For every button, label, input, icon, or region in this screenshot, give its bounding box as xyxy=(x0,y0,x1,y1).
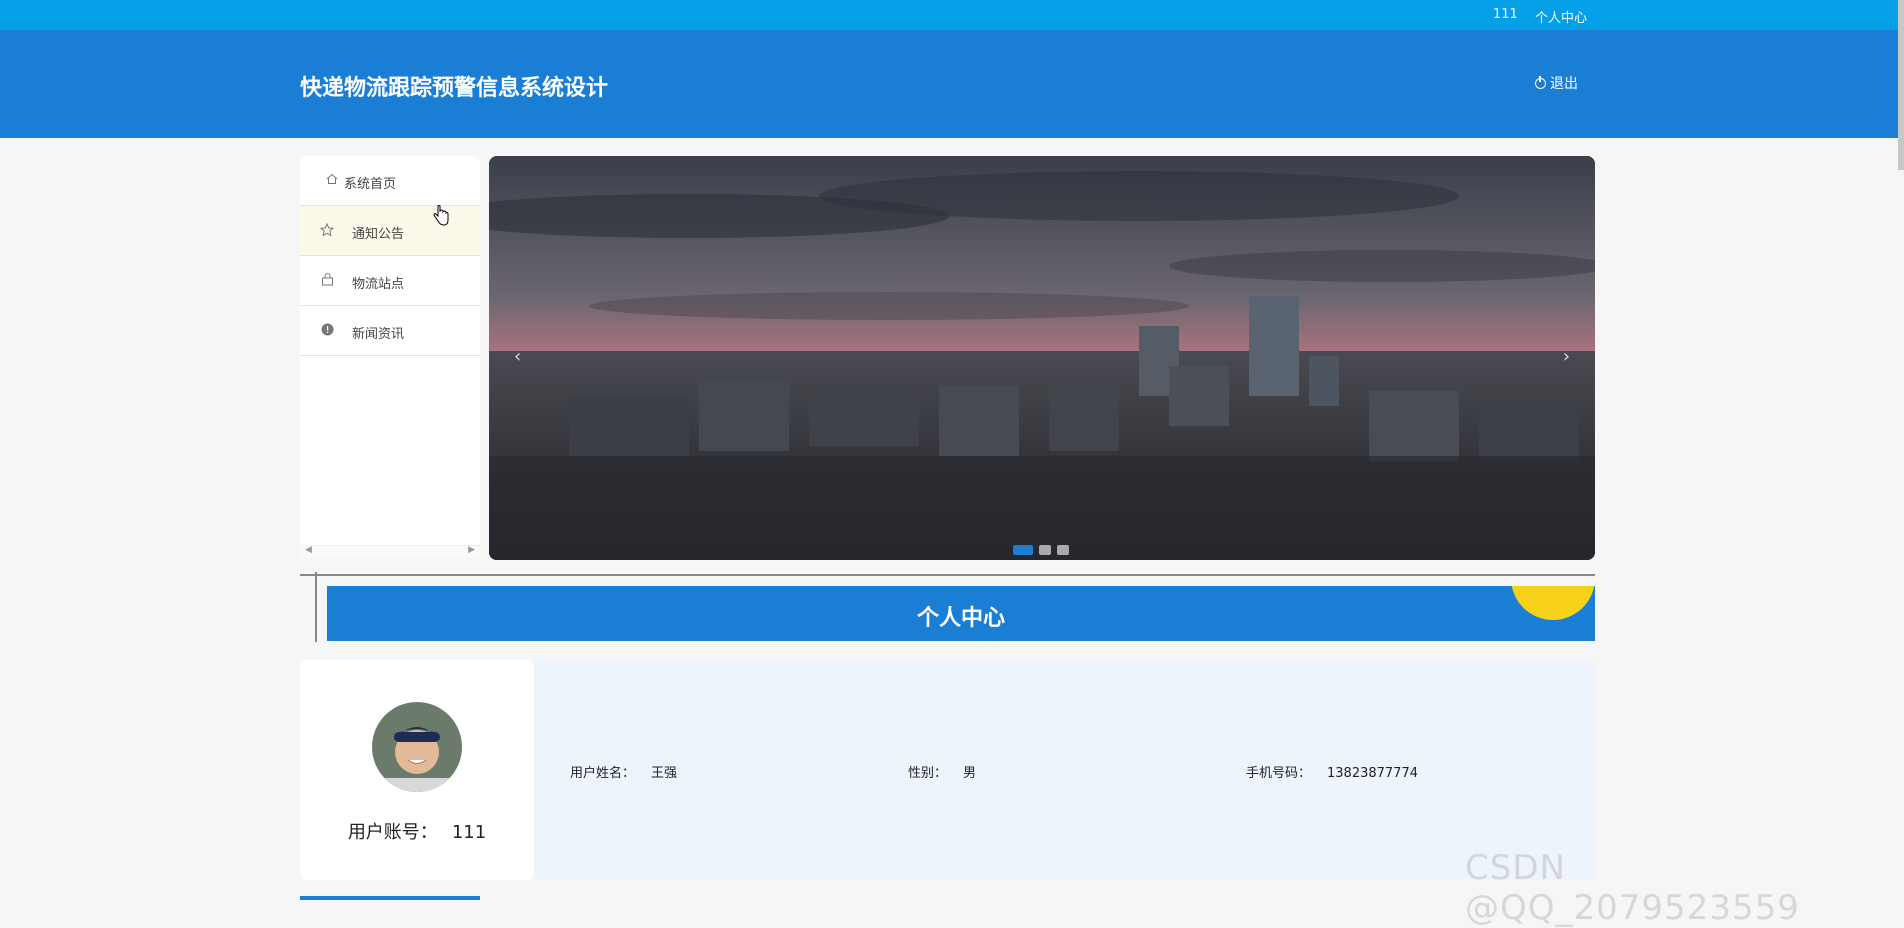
account-label: 用户账号： xyxy=(347,822,438,843)
city-skyline-image xyxy=(489,156,1595,560)
avatar xyxy=(372,702,462,792)
name-field: 用户姓名： 王强 xyxy=(570,762,677,781)
top-user-center-link[interactable]: 个人中心 xyxy=(1535,7,1587,26)
bottom-accent-bar xyxy=(300,896,480,900)
header: 快递物流跟踪预警信息系统设计 退出 xyxy=(0,30,1904,138)
star-icon xyxy=(319,222,335,241)
page-scrollbar[interactable] xyxy=(1898,0,1904,170)
carousel-prev-icon[interactable]: ‹ xyxy=(514,346,521,367)
sidebar-item-label: 系统首页 xyxy=(344,177,397,192)
account-info: 用户账号： 111 xyxy=(300,818,534,844)
gender-value: 男 xyxy=(963,766,977,781)
sidebar-item-station[interactable]: 物流站点 xyxy=(300,256,480,306)
divider-vertical xyxy=(315,572,317,642)
account-value: 111 xyxy=(451,822,487,843)
carousel-dot[interactable] xyxy=(1013,545,1033,555)
phone-label: 手机号码： xyxy=(1246,766,1312,781)
profile-card: 用户账号： 111 xyxy=(300,660,534,880)
carousel-banner[interactable]: ‹ › xyxy=(489,156,1595,560)
logout-button[interactable]: 退出 xyxy=(1535,73,1578,93)
scroll-right-icon[interactable]: ▶ xyxy=(468,545,475,555)
sidebar-item-label: 新闻资讯 xyxy=(352,327,405,342)
carousel-dot[interactable] xyxy=(1039,545,1051,555)
watermark: CSDN @QQ_2079523559 xyxy=(1465,848,1800,928)
top-bar: 111 个人中心 xyxy=(0,0,1904,30)
site-title: 快递物流跟踪预警信息系统设计 xyxy=(300,76,609,101)
sidebar-item-news[interactable]: 新闻资讯 xyxy=(300,306,480,356)
home-icon xyxy=(326,173,338,189)
divider xyxy=(300,574,1595,576)
hand-cursor-icon xyxy=(432,205,450,231)
info-icon xyxy=(321,323,334,340)
carousel-next-icon[interactable]: › xyxy=(1563,346,1570,367)
carousel-dot[interactable] xyxy=(1057,545,1069,555)
logout-label: 退出 xyxy=(1550,76,1578,92)
power-icon xyxy=(1535,75,1546,89)
top-account[interactable]: 111 xyxy=(1493,7,1518,22)
carousel-indicators xyxy=(1013,545,1069,555)
sidebar-item-notice[interactable]: 通知公告 xyxy=(300,206,480,256)
section-header: 个人中心 xyxy=(327,586,1595,641)
sidebar-item-home[interactable]: 系统首页 xyxy=(300,156,480,206)
phone-field: 手机号码： 13823877774 xyxy=(1246,762,1418,781)
scroll-left-icon[interactable]: ◀ xyxy=(305,545,312,555)
gender-label: 性别： xyxy=(908,766,948,781)
sidebar-menu: 系统首页 通知公告 物流站点 新闻资讯 ◀ ▶ xyxy=(300,156,480,558)
profile-info-panel: 用户姓名： 王强 性别： 男 手机号码： 13823877774 xyxy=(534,660,1595,880)
sidebar-item-label: 通知公告 xyxy=(352,227,405,242)
sidebar-item-label: 物流站点 xyxy=(352,277,405,292)
sidebar-horizontal-scrollbar[interactable]: ◀ ▶ xyxy=(300,545,480,558)
section-title: 个人中心 xyxy=(916,606,1005,631)
name-value: 王强 xyxy=(651,766,678,781)
name-label: 用户姓名： xyxy=(570,766,636,781)
gender-field: 性别： 男 xyxy=(908,762,976,781)
phone-value: 13823877774 xyxy=(1327,766,1418,781)
bag-icon xyxy=(321,273,334,290)
